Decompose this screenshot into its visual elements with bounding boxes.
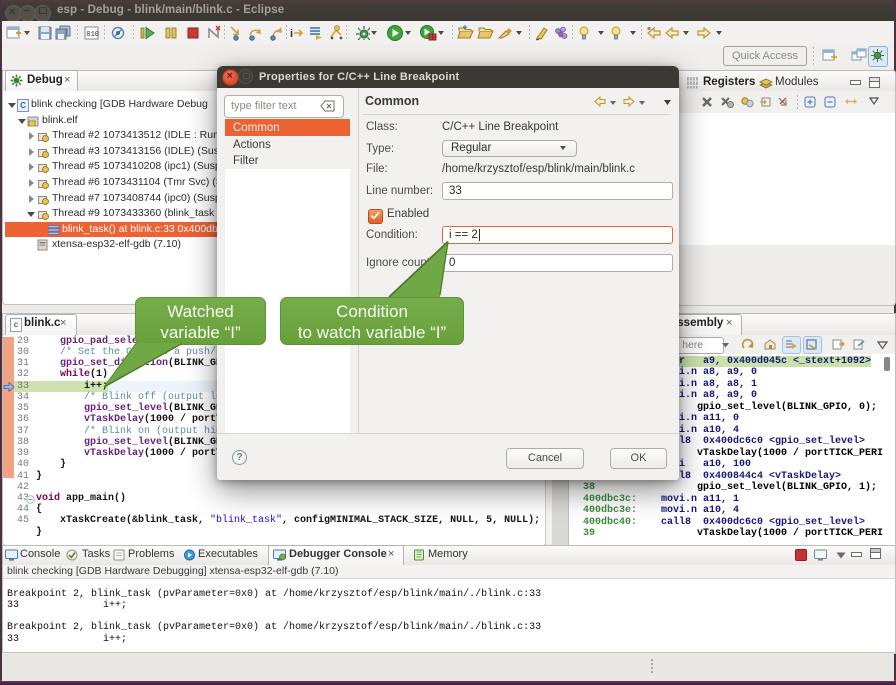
svg-text:010: 010 — [86, 31, 99, 39]
svg-text:i: i — [290, 28, 293, 40]
